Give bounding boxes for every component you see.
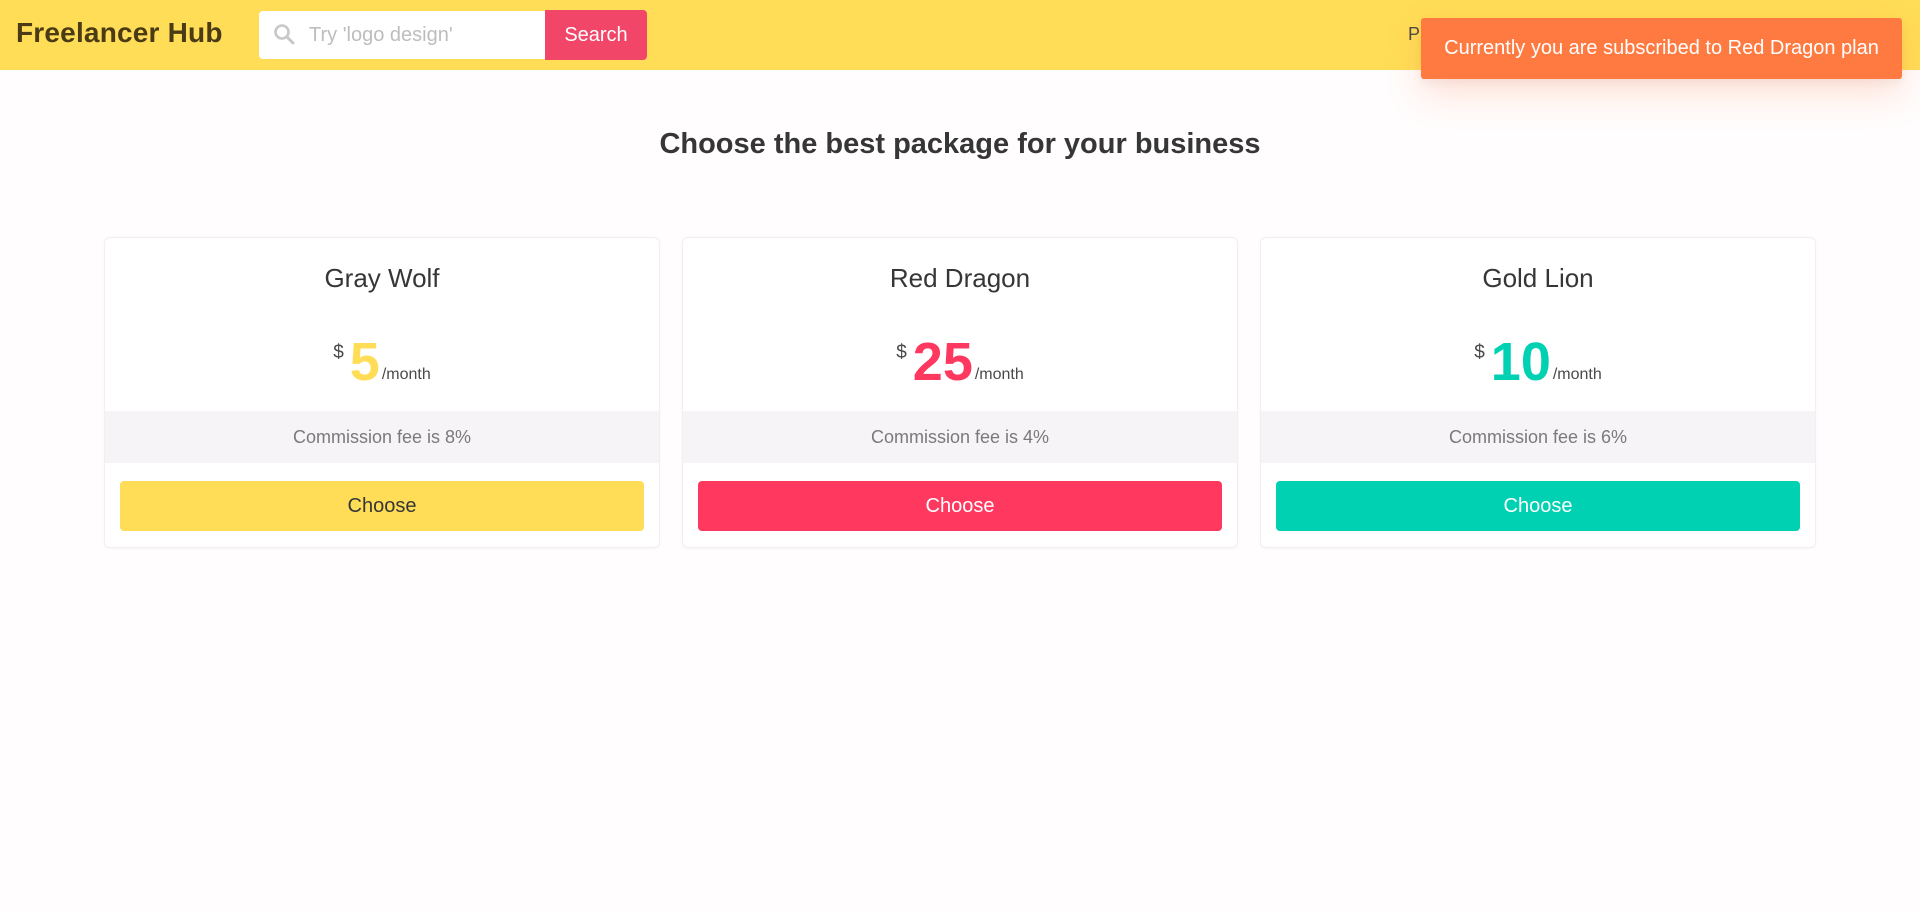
- search-field[interactable]: [259, 11, 547, 59]
- plan-name: Gold Lion: [1482, 263, 1594, 293]
- plan-card: Gold Lion $10/month Commission fee is 6% Ch…: [1260, 237, 1816, 548]
- plan-price: $5/month: [105, 334, 659, 390]
- commission-fee: Commission fee is 8%: [105, 411, 659, 463]
- price-currency: $: [333, 342, 344, 363]
- nav-item-partially-hidden[interactable]: P: [1408, 24, 1420, 45]
- choose-plan-button[interactable]: Choose: [1276, 481, 1800, 531]
- price-period: /month: [974, 366, 1024, 383]
- plan-card: Gray Wolf $5/month Commission fee is 8% Cho…: [104, 237, 660, 548]
- price-period: /month: [381, 366, 431, 383]
- price-period: /month: [1552, 366, 1602, 383]
- price-currency: $: [1474, 342, 1485, 363]
- plan-price: $10/month: [1261, 334, 1815, 390]
- brand-logo[interactable]: Freelancer Hub: [16, 17, 223, 49]
- choose-plan-button[interactable]: Choose: [120, 481, 644, 531]
- plan-name: Red Dragon: [889, 263, 1031, 293]
- choose-plan-button[interactable]: Choose: [698, 481, 1222, 531]
- price-amount: 10: [1490, 332, 1551, 392]
- commission-fee: Commission fee is 6%: [1261, 411, 1815, 463]
- search-input[interactable]: [309, 11, 541, 59]
- price-currency: $: [896, 342, 907, 363]
- page-title: Choose the best package for your busines…: [659, 128, 1261, 160]
- price-amount: 25: [912, 332, 973, 392]
- plan-price: $25/month: [683, 334, 1237, 390]
- price-amount: 5: [349, 332, 380, 392]
- plan-card: Red Dragon $25/month Commission fee is 4% C…: [682, 237, 1238, 548]
- search-button[interactable]: Search: [545, 10, 647, 60]
- toast-message: Currently you are subscribed to Red Drag…: [1444, 37, 1879, 59]
- commission-fee: Commission fee is 4%: [683, 411, 1237, 463]
- plan-name: Gray Wolf: [324, 263, 440, 293]
- subscription-toast: Currently you are subscribed to Red Drag…: [1421, 18, 1902, 79]
- search-icon: [273, 23, 295, 45]
